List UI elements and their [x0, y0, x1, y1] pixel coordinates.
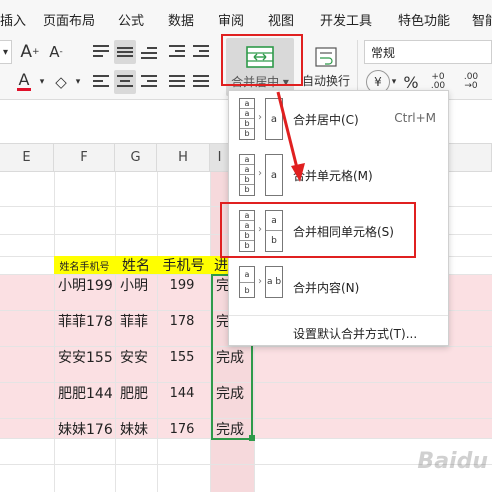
cell-name[interactable]: 菲菲: [120, 310, 148, 332]
cell-name[interactable]: 妹妹: [120, 418, 148, 440]
merge-content-mini-icon: ab › a b: [239, 266, 285, 308]
align-bottom-button[interactable]: [138, 40, 160, 64]
cell-name-phone[interactable]: 菲菲178: [58, 310, 113, 332]
toolbar-separator: [357, 40, 358, 96]
cell-phone[interactable]: 176: [157, 418, 207, 440]
header-cell-phone[interactable]: 手机号: [157, 256, 210, 274]
align-center-button[interactable]: [114, 70, 136, 94]
menu-item-merge-center[interactable]: aabb › a 合并居中(C) Ctrl+M: [229, 91, 448, 147]
cell-name-phone[interactable]: 小明199: [58, 274, 113, 296]
watermark-text: Baidu: [417, 449, 488, 474]
grid-line: [115, 172, 116, 492]
column-header-f[interactable]: F: [54, 144, 115, 172]
menu-item-default-merge-setting[interactable]: 设置默认合并方式(T)...: [293, 325, 417, 342]
merge-cells-mini-icon: aabb › a: [239, 154, 285, 196]
menu-item-merge-cells[interactable]: aabb › a 合并单元格(M): [229, 147, 448, 203]
cell-phone[interactable]: 199: [157, 274, 207, 296]
clear-dropdown[interactable]: ▾: [74, 70, 82, 94]
header-cell-name-phone[interactable]: 姓名手机号: [54, 256, 115, 274]
tab-page-layout[interactable]: 页面布局: [43, 10, 95, 29]
cell-phone[interactable]: 178: [157, 310, 207, 332]
grid-line: [157, 172, 158, 492]
tab-developer[interactable]: 开发工具: [320, 10, 372, 29]
decrease-decimal-button[interactable]: .00 →0: [456, 70, 486, 94]
wrap-text-icon: [315, 46, 337, 67]
cell-phone[interactable]: 155: [157, 346, 207, 368]
justify-button[interactable]: [166, 70, 188, 94]
eraser-icon[interactable]: ◇: [48, 70, 74, 94]
column-header-e[interactable]: E: [0, 144, 54, 172]
menu-divider: [229, 315, 448, 316]
font-grow-button[interactable]: A +: [20, 40, 40, 64]
font-shrink-button[interactable]: A-: [46, 40, 66, 64]
column-header-h[interactable]: H: [157, 144, 210, 172]
tab-features[interactable]: 特色功能: [398, 10, 450, 29]
font-color-dropdown[interactable]: ▾: [38, 70, 46, 94]
fill-handle[interactable]: [249, 435, 255, 441]
align-top-button[interactable]: [90, 40, 112, 64]
cell-name[interactable]: 小明: [120, 274, 148, 296]
merge-center-mini-icon: aabb › a: [239, 98, 285, 140]
auto-wrap-button[interactable]: 自动换行: [300, 38, 352, 96]
tab-review[interactable]: 审阅: [218, 10, 244, 29]
cell-name-phone[interactable]: 妹妹176: [58, 418, 113, 440]
merge-highlight-box: [221, 34, 303, 86]
align-middle-button[interactable]: [114, 40, 136, 64]
increase-indent-button[interactable]: [190, 40, 212, 64]
align-left-button[interactable]: [90, 70, 112, 94]
cell-name[interactable]: 肥肥: [120, 382, 148, 404]
menu-item-merge-content[interactable]: ab › a b 合并内容(N): [229, 259, 448, 315]
header-cell-status[interactable]: 进: [210, 256, 228, 274]
column-header-g[interactable]: G: [115, 144, 157, 172]
ribbon-tabs: 插入 页面布局 公式 数据 审阅 视图 开发工具 特色功能 智能: [0, 0, 492, 34]
tab-formulas[interactable]: 公式: [118, 10, 144, 29]
tab-view[interactable]: 视图: [268, 10, 294, 29]
cell-name-phone[interactable]: 肥肥144: [58, 382, 113, 404]
grid-line: [54, 172, 55, 492]
tab-data[interactable]: 数据: [168, 10, 194, 29]
tab-insert[interactable]: 插入: [0, 10, 26, 29]
number-format-select[interactable]: 常规: [364, 40, 492, 64]
decrease-indent-button[interactable]: [166, 40, 188, 64]
cell-name-phone[interactable]: 安安155: [58, 346, 113, 368]
align-right-button[interactable]: [138, 70, 160, 94]
font-color-button[interactable]: A: [10, 70, 38, 94]
cell-phone[interactable]: 144: [157, 382, 207, 404]
column-header-i[interactable]: I: [210, 144, 230, 172]
font-size-dropdown[interactable]: ▾: [0, 40, 12, 64]
cell-name[interactable]: 安安: [120, 346, 148, 368]
distributed-align-button[interactable]: [190, 70, 212, 94]
menu-item-highlight-box: [220, 202, 416, 258]
header-cell-name[interactable]: 姓名: [115, 256, 157, 274]
tab-smart[interactable]: 智能: [472, 10, 492, 29]
